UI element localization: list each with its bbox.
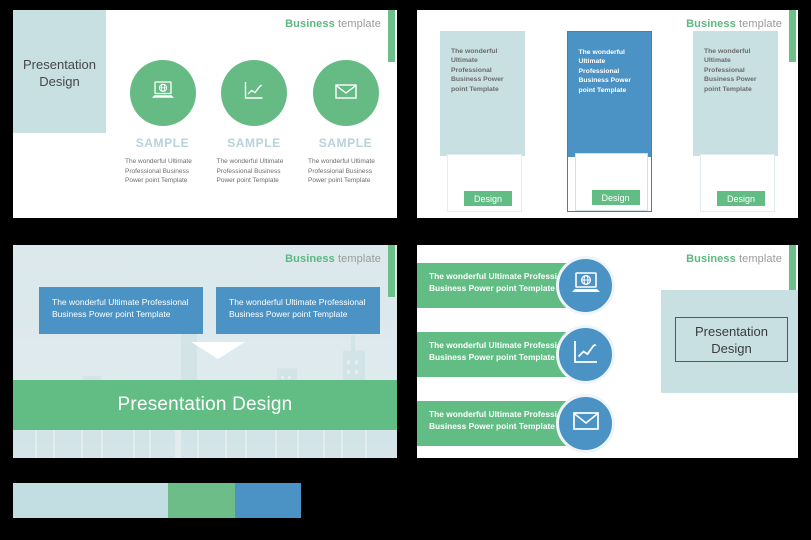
envelope-icon (570, 409, 602, 438)
slide2-header: Business template (686, 18, 782, 30)
slide1-sample-label-2: SAMPLE (227, 136, 281, 150)
slide3-green-accent-tab (388, 245, 395, 297)
slide3-box-1[interactable]: The wonderful Ultimate Professional Busi… (39, 287, 203, 334)
slide4-bar-1: The wonderful Ultimate Professional Busi… (417, 263, 577, 308)
slide2-card-3[interactable]: 3 The wonderful Ultimate Professional Bu… (693, 31, 778, 212)
slide1-title: Presentation Design (23, 57, 96, 89)
slide1-columns: SAMPLE The wonderful Ultimate Profession… (121, 60, 387, 186)
slide-4[interactable]: Business template Presentation Design Th… (417, 245, 798, 458)
slide1-column-1[interactable]: SAMPLE The wonderful Ultimate Profession… (121, 60, 204, 186)
card2-design-button[interactable]: Design (591, 190, 640, 205)
slide3-title: Presentation Design (117, 394, 293, 415)
header-suffix: template (735, 18, 782, 30)
slide1-sample-label-3: SAMPLE (318, 136, 373, 150)
header-brand: Business (686, 253, 736, 265)
slide1-title-panel: Presentation Design (13, 10, 106, 133)
slide-1[interactable]: Presentation Design Business template SA… (13, 10, 397, 218)
envelope-icon (333, 81, 359, 106)
slide4-icon-circle-2[interactable] (556, 325, 615, 384)
color-swatch-bar (13, 483, 301, 518)
slide2-card-1[interactable]: 1 The wonderful Ultimate Professional Bu… (440, 31, 525, 212)
slide1-column-2[interactable]: SAMPLE The wonderful Ultimate Profession… (213, 60, 296, 186)
header-suffix: template (334, 253, 381, 265)
line-chart-icon (242, 80, 266, 107)
swatch-pale-blue[interactable] (13, 483, 168, 518)
slide1-body-3: The wonderful Ultimate Professional Busi… (308, 158, 375, 185)
slide4-icon-circle-1[interactable] (556, 256, 615, 315)
header-brand: Business (686, 18, 736, 30)
slide1-green-accent-tab (388, 10, 395, 62)
slide4-bar-3: The wonderful Ultimate Professional Busi… (417, 401, 577, 446)
header-suffix: template (735, 253, 782, 265)
card1-text: The wonderful Ultimate Professional Busi… (451, 48, 504, 93)
card1-design-button[interactable]: Design (464, 191, 512, 206)
slide-3[interactable]: Business template The wonderful Ultimate… (13, 245, 397, 458)
slide4-bar-2: The wonderful Ultimate Professional Busi… (417, 332, 577, 377)
slide-2[interactable]: Business template 1 The wonderful Ultima… (417, 10, 798, 218)
slide2-card-2[interactable]: 2 The wonderful Ultimate Professional Bu… (566, 31, 652, 212)
slide3-box-2[interactable]: The wonderful Ultimate Professional Busi… (216, 287, 380, 334)
swatch-green[interactable] (168, 483, 235, 518)
slide3-box-row: The wonderful Ultimate Professional Busi… (39, 287, 380, 334)
laptop-globe-icon (570, 270, 602, 301)
slide1-icon-circle-2[interactable] (221, 60, 287, 126)
slide1-body-1: The wonderful Ultimate Professional Busi… (125, 158, 192, 185)
laptop-globe-icon (150, 80, 176, 107)
slide1-sample-label-1: SAMPLE (135, 136, 190, 150)
header-brand: Business (285, 18, 335, 30)
slide4-title: Presentation Design (675, 317, 788, 362)
slide3-title-band: Presentation Design (13, 380, 397, 430)
slide4-header: Business template (686, 253, 782, 265)
swatch-blue[interactable] (235, 483, 301, 518)
header-suffix: template (334, 18, 381, 30)
slide2-green-accent-tab (789, 10, 796, 62)
card3-text: The wonderful Ultimate Professional Busi… (704, 48, 757, 93)
slide1-column-3[interactable]: SAMPLE The wonderful Ultimate Profession… (304, 60, 387, 186)
line-chart-icon (571, 338, 601, 371)
slide1-body-2: The wonderful Ultimate Professional Busi… (216, 158, 284, 185)
card3-design-button[interactable]: Design (717, 191, 765, 206)
slide4-icon-circle-3[interactable] (556, 394, 615, 453)
slide1-icon-circle-3[interactable] (312, 60, 379, 126)
card2-text: The wonderful Ultimate Professional Busi… (578, 49, 632, 94)
header-brand: Business (285, 253, 335, 265)
down-triangle-icon (191, 342, 245, 359)
slide1-icon-circle-1[interactable] (129, 60, 196, 126)
slide3-header: Business template (285, 253, 381, 265)
slide-deck-preview: Presentation Design Business template SA… (0, 0, 811, 540)
slide1-header: Business template (285, 18, 381, 30)
slide2-card-row: 1 The wonderful Ultimate Professional Bu… (440, 31, 778, 212)
slide4-title-panel: Presentation Design (661, 290, 798, 393)
